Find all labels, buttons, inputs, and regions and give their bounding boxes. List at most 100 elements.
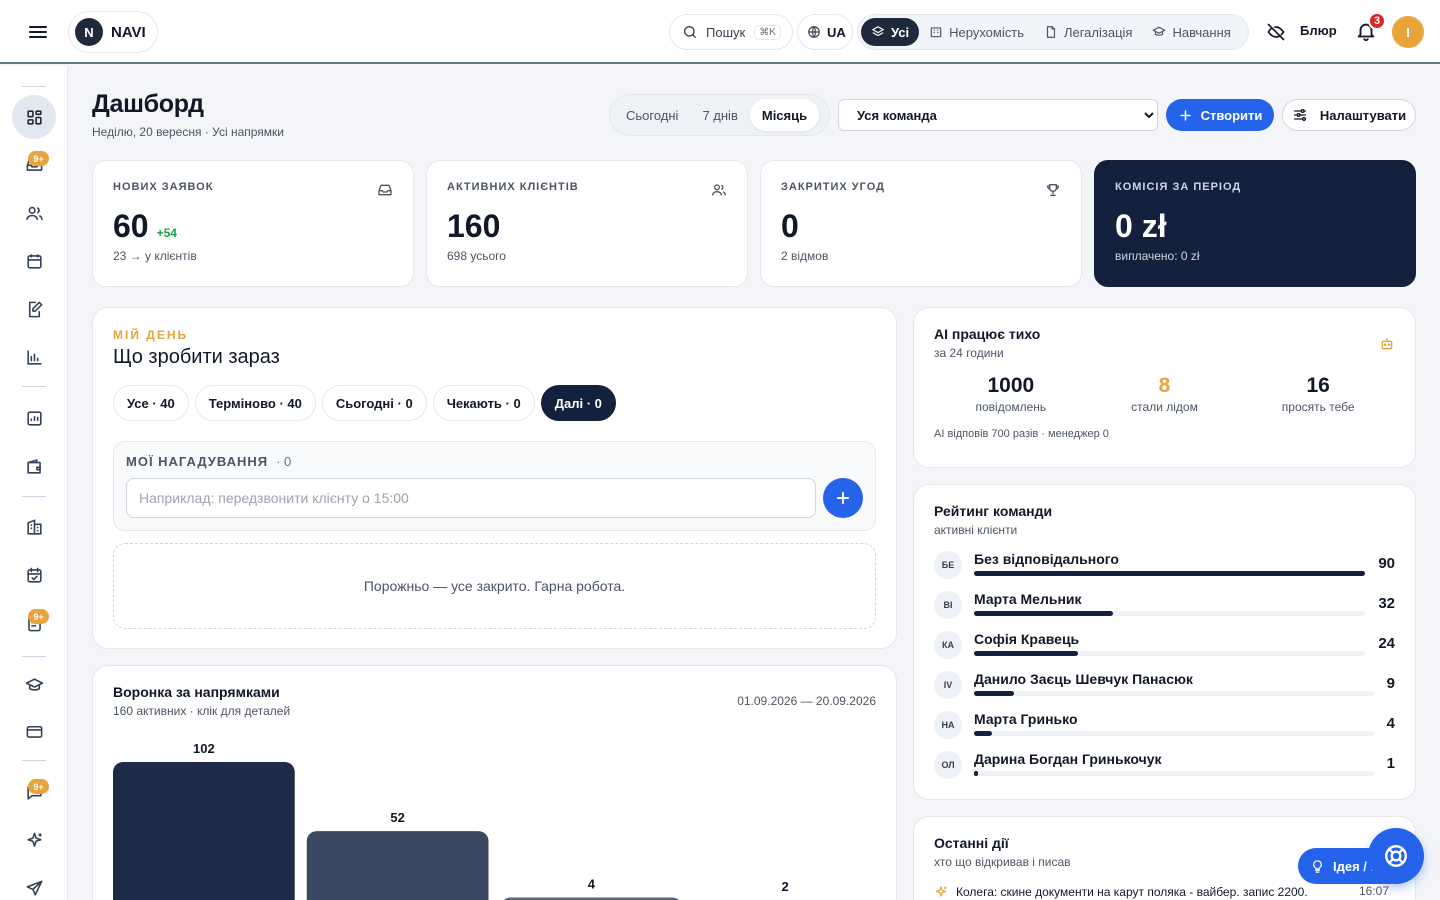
funnel-bar-label: 2 xyxy=(782,879,789,894)
rating-row[interactable]: IV Данило Заєць Шевчук Панасюк 9 xyxy=(934,669,1395,701)
direction-label: Усі xyxy=(891,24,910,40)
create-label: Створити xyxy=(1200,107,1263,123)
sidebar-item-calendar[interactable] xyxy=(12,239,56,283)
sidebar-divider xyxy=(22,496,46,497)
sidebar-item-wallet[interactable] xyxy=(12,444,56,488)
rating-value: 9 xyxy=(1386,675,1395,692)
sidebar-divider xyxy=(22,656,46,657)
menu-icon[interactable] xyxy=(26,20,50,44)
filter-later[interactable]: Далі · 0 xyxy=(540,385,616,421)
rating-bar-fill xyxy=(974,651,1078,656)
direction-label: Навчання xyxy=(1172,24,1231,40)
rating-name: Без відповідального xyxy=(974,551,1119,567)
rating-row[interactable]: НА Марта Гринько 4 xyxy=(934,709,1395,741)
blur-toggle[interactable]: Блюр xyxy=(1300,23,1337,38)
top-bar: N NAVI Пошук ⌘K UA Усі Нерухомість Легал… xyxy=(0,0,1440,64)
credit-card-icon xyxy=(26,725,42,738)
sidebar-item-tasks[interactable] xyxy=(12,287,56,331)
stat-label: ЗАКРИТИХ УГОД xyxy=(781,181,885,193)
stat-card-closed-deals[interactable]: ЗАКРИТИХ УГОД 0 2 відмов xyxy=(760,160,1082,287)
rating-avatar: IV xyxy=(934,671,962,699)
direction-legal[interactable]: Легалізація xyxy=(1034,18,1143,46)
filter-today[interactable]: Сьогодні · 0 xyxy=(321,385,427,421)
stat-card-active-clients[interactable]: АКТИВНИХ КЛІЄНТІВ 160 698 усього xyxy=(426,160,748,287)
filter-all[interactable]: Усе · 40 xyxy=(113,385,189,421)
rating-value: 32 xyxy=(1378,595,1395,612)
funnel-date-range: 01.09.2026 — 20.09.2026 xyxy=(737,694,876,708)
funnel-bar[interactable] xyxy=(113,762,295,900)
rating-subtitle: активні клієнти xyxy=(934,523,1018,537)
rating-value: 90 xyxy=(1378,555,1395,572)
funnel-bar-label: 4 xyxy=(588,876,596,891)
globe-icon xyxy=(808,26,820,38)
users-icon xyxy=(712,184,726,196)
ai-stat-requests: 16 просять тебе xyxy=(1241,374,1395,414)
sidebar-item-ai[interactable] xyxy=(12,818,56,862)
rating-row[interactable]: ОЛ Дарина Богдан Гринькочук 1 xyxy=(934,749,1395,781)
rating-row[interactable]: БЕ Без відповідального 90 xyxy=(934,549,1395,581)
brand-logo[interactable]: N NAVI xyxy=(68,11,158,53)
eye-off-icon[interactable] xyxy=(1266,22,1286,42)
period-month[interactable]: Місяць xyxy=(749,99,820,131)
stat-card-new-requests[interactable]: НОВИХ ЗАЯВОК 60 +54 23 → у клієнтів xyxy=(92,160,414,287)
funnel-bar[interactable] xyxy=(306,831,489,900)
analytics-icon xyxy=(26,410,42,426)
calendar-icon xyxy=(26,253,42,269)
reminder-input[interactable] xyxy=(126,478,816,518)
sidebar-divider xyxy=(22,386,46,387)
stat-card-commission[interactable]: КОМІСІЯ ЗА ПЕРІОД 0 zł виплачено: 0 zł xyxy=(1094,160,1416,287)
sidebar-divider xyxy=(22,760,46,761)
team-select[interactable]: Уся команда xyxy=(838,99,1158,131)
help-button[interactable] xyxy=(1368,828,1424,884)
language-switch[interactable]: UA xyxy=(797,14,853,50)
filter-waiting[interactable]: Чекають · 0 xyxy=(432,385,535,421)
sidebar-item-clients[interactable] xyxy=(12,191,56,235)
edit-document-icon xyxy=(28,301,42,317)
send-icon xyxy=(26,880,42,896)
sidebar-item-analytics[interactable] xyxy=(12,396,56,440)
wallet-icon xyxy=(26,458,41,474)
rating-row[interactable]: ВІ Марта Мельник 32 xyxy=(934,589,1395,621)
period-7-days[interactable]: 7 днів xyxy=(690,99,749,131)
language-label: UA xyxy=(827,24,846,40)
sidebar-item-reports[interactable] xyxy=(12,335,56,379)
direction-education[interactable]: Навчання xyxy=(1142,18,1240,46)
sidebar-item-payments[interactable] xyxy=(12,709,56,753)
rating-row[interactable]: КА Софія Кравець 24 xyxy=(934,629,1395,661)
sidebar-item-send[interactable] xyxy=(12,866,56,900)
rating-bar-track xyxy=(974,611,1365,616)
stat-value: 0 zł xyxy=(1115,208,1167,244)
period-today[interactable]: Сьогодні xyxy=(614,99,690,131)
customize-label: Налаштувати xyxy=(1319,107,1407,123)
user-avatar[interactable]: I xyxy=(1392,16,1424,48)
ai-stat-value: 8 xyxy=(1158,374,1171,397)
sidebar-item-appointments[interactable] xyxy=(12,553,56,597)
ai-stat-label: повідомлень xyxy=(975,400,1047,414)
sidebar-badge: 9+ xyxy=(28,151,49,166)
rating-title: Рейтинг команди xyxy=(934,503,1053,519)
filter-urgent[interactable]: Терміново · 40 xyxy=(194,385,316,421)
task-filters: Усе · 40 Терміново · 40 Сьогодні · 0 Чек… xyxy=(113,385,876,421)
direction-all[interactable]: Усі xyxy=(861,18,920,46)
create-button[interactable]: Створити xyxy=(1166,99,1274,131)
sidebar-item-dashboard[interactable] xyxy=(12,95,56,139)
my-day-eyebrow: МІЙ ДЕНЬ xyxy=(113,328,189,342)
lifebuoy-icon xyxy=(1385,845,1407,867)
customize-button[interactable]: Налаштувати xyxy=(1282,99,1416,131)
brand-name: NAVI xyxy=(111,23,146,41)
ai-stat-value: 16 xyxy=(1306,374,1330,397)
sparkles-icon xyxy=(26,832,42,847)
stat-subtext: 2 відмов xyxy=(781,249,829,263)
activity-item[interactable]: Колега: скине документи на карут поляка … xyxy=(934,883,1395,900)
direction-realty[interactable]: Нерухомість xyxy=(919,18,1034,46)
sidebar-item-objects[interactable] xyxy=(12,505,56,549)
sidebar-item-education[interactable] xyxy=(12,663,56,707)
add-reminder-button[interactable] xyxy=(823,478,863,518)
search-button[interactable]: Пошук ⌘K xyxy=(669,14,793,50)
ai-stat-value: 1000 xyxy=(987,374,1035,397)
ai-stat-label: стали лідом xyxy=(1131,400,1198,414)
rating-bar-track xyxy=(974,651,1365,656)
building-icon xyxy=(930,27,942,38)
rating-name: Данило Заєць Шевчук Панасюк xyxy=(974,671,1193,687)
stat-subtext: 23 → у клієнтів xyxy=(113,249,197,263)
